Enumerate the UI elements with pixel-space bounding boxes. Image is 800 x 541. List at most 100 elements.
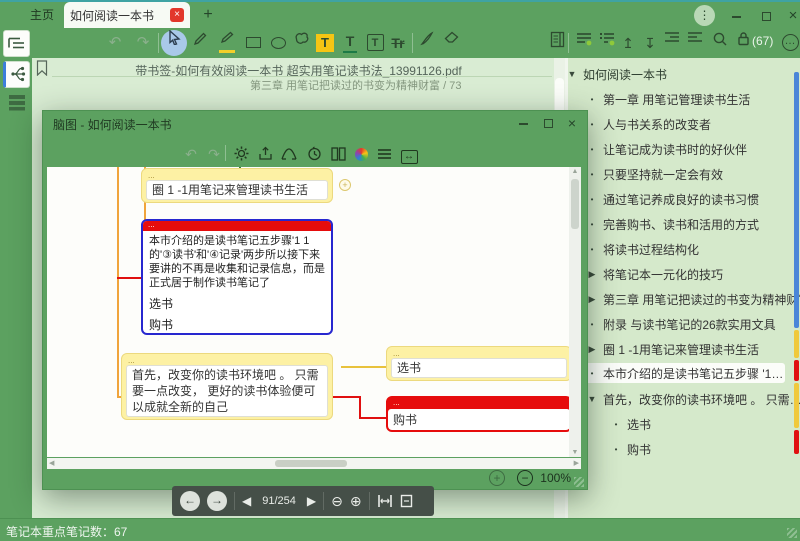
eraser-tool[interactable] — [440, 31, 464, 55]
undo-icon[interactable]: ↶ — [103, 31, 127, 55]
mindmap-node-figure[interactable]: ... 圈 1 -1用笔记来管理读书生活 — [141, 168, 333, 203]
nav-separator — [234, 492, 235, 510]
mindmap-minimize-button[interactable] — [515, 116, 531, 132]
mindmap-layout-button[interactable] — [327, 143, 349, 165]
sidebar-item-collapsed[interactable]: ▶将笔记本一元化的技巧 — [585, 264, 800, 284]
mindmap-undo-icon[interactable]: ↶ — [180, 143, 202, 165]
zoom-out-icon[interactable]: ⊖ — [331, 493, 343, 510]
sidebar-item-chapter1[interactable]: •第一章 用笔记管理读书生活 — [585, 89, 800, 109]
move-top-icon[interactable]: ↥ — [616, 31, 640, 55]
sidebar-outline-toggle[interactable] — [3, 30, 30, 57]
select-cursor-tool[interactable] — [161, 30, 187, 56]
previous-page-icon[interactable]: ◀ — [242, 494, 251, 508]
window-minimize-button[interactable] — [727, 7, 745, 25]
scroll-left-icon[interactable]: ◀ — [49, 459, 54, 467]
sidebar-item-note[interactable]: •将读书过程结构化 — [585, 239, 800, 259]
sidebar-item-note[interactable]: •完善购书、读书和活用的方式 — [585, 214, 800, 234]
ink-pen-tool[interactable] — [415, 31, 439, 55]
tree-item-label: 第三章 用笔记把读过的书变为精神财富 — [599, 291, 800, 308]
window-close-button[interactable]: × — [784, 7, 800, 25]
mindmap-node-environment[interactable]: ... 首先，改变你的读书环境吧 。 只需要一点改变， 更好的读书体验便可以成就… — [121, 353, 333, 420]
ellipse-tool[interactable] — [266, 31, 290, 55]
mindmap-close-button[interactable]: × — [564, 116, 580, 132]
mindmap-export-button[interactable] — [254, 143, 276, 165]
scroll-up-icon[interactable]: ▲ — [569, 167, 581, 177]
mindmap-overview-button[interactable] — [278, 143, 300, 165]
mindmap-node-pick-books[interactable]: ... 选书 — [386, 346, 569, 381]
toolbar-separator — [412, 33, 413, 53]
redo-icon[interactable]: ↷ — [131, 31, 155, 55]
rectangle-tool[interactable] — [241, 31, 265, 55]
sidebar-item-selected-note[interactable]: •本市介绍的是读书笔记五步骤 '1 1 的'③ 读... — [585, 363, 785, 383]
mindmap-vertical-scrollbar[interactable]: ▲ ▼ — [569, 167, 581, 457]
highlighter-tool[interactable] — [215, 31, 239, 55]
sidebar-thumbnails-toggle[interactable] — [6, 94, 28, 114]
bullet-icon: • — [609, 445, 623, 454]
scroll-right-icon[interactable]: ▶ — [574, 459, 579, 467]
mindmap-maximize-button[interactable] — [540, 116, 556, 132]
mindmap-zoom-in-button[interactable]: + — [489, 470, 505, 486]
pen-tool[interactable] — [188, 31, 212, 55]
text-underline-tool[interactable]: T — [338, 31, 362, 55]
sidebar-item-note[interactable]: •让笔记成为读书时的好伙伴 — [585, 139, 800, 159]
nav-separator — [369, 492, 370, 510]
zoom-in-icon[interactable]: ⊕ — [350, 493, 362, 510]
history-forward-button[interactable]: → — [207, 491, 227, 511]
sidebar-mindmap-toggle[interactable] — [3, 61, 30, 88]
sidebar-item-appendix[interactable]: •附录 与读书笔记的26款实用文具 — [585, 314, 800, 334]
mindmap-zoom-out-button[interactable]: − — [517, 470, 533, 486]
note-list-add-button[interactable] — [572, 31, 596, 55]
sidebar-item-pick-books[interactable]: •选书 — [609, 414, 800, 434]
indent-button[interactable] — [660, 31, 684, 55]
node-text: 圈 1 -1用笔记来管理读书生活 — [146, 180, 328, 200]
sidebar-item-note[interactable]: •人与书关系的改变者 — [585, 114, 800, 134]
mindmap-align-button[interactable] — [373, 143, 395, 165]
app-menu-icon[interactable]: ⋮ — [694, 5, 715, 26]
page-panel-toggle[interactable] — [545, 31, 569, 55]
node-expand-icon[interactable]: + — [339, 179, 351, 191]
new-tab-button[interactable]: + — [196, 2, 220, 28]
fit-width-button[interactable] — [377, 494, 393, 508]
text-box-tool[interactable]: T — [363, 31, 387, 55]
mindmap-history-button[interactable] — [303, 143, 325, 165]
next-page-icon[interactable]: ▶ — [307, 494, 316, 508]
sidebar-item-note[interactable]: •只要坚持就一定会有效 — [585, 164, 800, 184]
text-strikethrough-tool[interactable]: Tr — [386, 31, 410, 55]
scrollbar-thumb[interactable] — [275, 460, 347, 467]
window-resize-grip[interactable] — [574, 477, 584, 487]
mindmap-horizontal-scrollbar[interactable]: ◀ ▶ — [47, 458, 581, 469]
highlighter-icon — [220, 31, 235, 44]
sidebar-item-chapter3[interactable]: ▶第三章 用笔记把读过的书变为精神财富 — [585, 289, 800, 309]
sidebar-item-book-root[interactable]: ▼如何阅读一本书 — [565, 64, 793, 84]
sidebar-item-buy-books[interactable]: •购书 — [609, 439, 800, 459]
sidebar-item-expanded-note[interactable]: ▼首先，改变你的读书环境吧 。 只需要一点... — [585, 389, 800, 409]
lasso-tool[interactable] — [290, 31, 314, 55]
mindmap-redo-icon[interactable]: ↷ — [203, 143, 225, 165]
scrollbar-thumb[interactable] — [571, 179, 579, 229]
tree-item-label: 本市介绍的是读书笔记五步骤 '1 1 的'③ 读... — [599, 365, 785, 382]
text-highlight-tool[interactable]: T — [313, 31, 337, 55]
tab-home[interactable]: 主页 — [20, 2, 64, 28]
more-options-button[interactable]: … — [778, 31, 800, 55]
tab-document[interactable]: 如何阅读一本书 × — [64, 2, 190, 28]
outdent-button[interactable] — [683, 31, 707, 55]
history-back-button[interactable]: ← — [180, 491, 200, 511]
move-bottom-icon[interactable]: ↧ — [638, 31, 662, 55]
window-maximize-button[interactable] — [757, 7, 775, 25]
fit-page-button[interactable] — [400, 494, 413, 508]
sidebar-item-figure[interactable]: ▶圈 1 -1用笔记来管理读书生活 — [585, 339, 800, 359]
mindmap-fit-width-button[interactable]: ↔ — [398, 143, 420, 165]
app-resize-grip[interactable] — [787, 528, 797, 538]
search-button[interactable] — [708, 31, 732, 55]
tab-close-icon[interactable]: × — [170, 8, 184, 22]
scroll-down-icon[interactable]: ▼ — [569, 449, 581, 456]
mindmap-window[interactable]: 脑图 - 如何阅读一本书 × ↶ ↷ ↔ ... 圈 — [42, 110, 588, 490]
mindmap-theme-button[interactable] — [350, 143, 372, 165]
columns-icon — [331, 147, 346, 161]
page-indicator[interactable]: 91/254 — [258, 495, 300, 507]
mindmap-node-selected[interactable]: ... 本市介绍的是读书笔记五步骤'1 1 的'③读书'和'④记录'两步所以接下… — [141, 219, 333, 335]
mindmap-canvas[interactable]: ... 圈 1 -1用笔记来管理读书生活 + ... 本市介绍的是读书笔记五步骤… — [47, 167, 569, 457]
mindmap-node-buy-books[interactable]: ... 购书 — [386, 396, 569, 432]
mindmap-settings-button[interactable] — [230, 143, 252, 165]
sidebar-item-note[interactable]: •通过笔记养成良好的读书习惯 — [585, 189, 800, 209]
